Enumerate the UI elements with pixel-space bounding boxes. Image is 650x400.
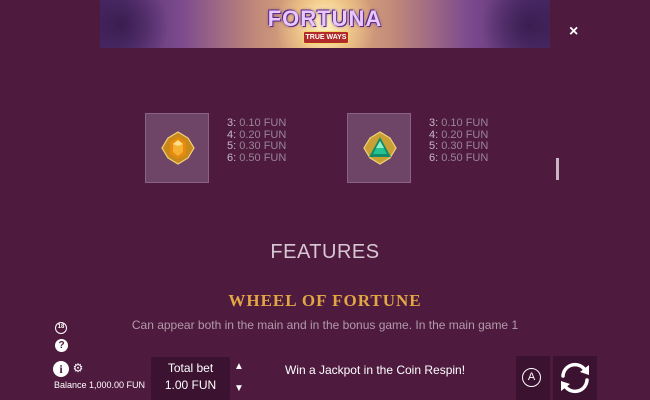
- gear-icon[interactable]: ⚙: [72, 362, 84, 374]
- pay-value: 0.20 FUN: [239, 128, 287, 141]
- autoplay-icon: A: [522, 368, 541, 387]
- total-bet-panel: Total bet 1.00 FUN: [151, 357, 230, 400]
- wheel-of-fortune-description: Can appear both in the main and in the b…: [131, 318, 519, 332]
- paytable-orange-gem: 3: 0.10 FUN 4: 0.20 FUN 5: 0.30 FUN 6: 0…: [227, 117, 287, 165]
- total-bet-label: Total bet: [167, 361, 214, 375]
- wheel-of-fortune-title: WHEEL OF FORTUNE: [228, 291, 422, 310]
- balance-display: Balance 1,000.00 FUN: [54, 380, 146, 390]
- pay-row: 6: 0.50 FUN: [429, 151, 489, 165]
- pay-value: 0.30 FUN: [441, 140, 489, 152]
- total-bet-value: 1.00 FUN: [164, 378, 217, 392]
- symbol-tile-green-gem: [347, 113, 411, 183]
- pay-count: 3:: [429, 117, 439, 129]
- spin-arrows-icon: [561, 362, 589, 394]
- green-gem-icon: [363, 131, 397, 165]
- age-restriction-icon[interactable]: 18: [55, 322, 67, 334]
- scrollbar-thumb[interactable]: [556, 158, 559, 180]
- pay-value: 0.30 FUN: [239, 140, 287, 152]
- pay-value: 0.20 FUN: [441, 128, 489, 141]
- bet-decrease-icon[interactable]: ▼: [231, 381, 247, 397]
- close-icon[interactable]: ×: [569, 24, 578, 40]
- autoplay-button[interactable]: A: [516, 356, 550, 400]
- pay-value: 0.10 FUN: [441, 117, 489, 129]
- help-icon[interactable]: ?: [55, 339, 68, 352]
- game-logo: FORTUNA: [267, 6, 383, 31]
- pay-count: 5:: [227, 140, 237, 152]
- pay-row: 6: 0.50 FUN: [227, 151, 287, 165]
- bet-increase-icon[interactable]: ▲: [231, 359, 247, 375]
- features-heading: FEATURES: [270, 241, 380, 263]
- pay-count: 4:: [429, 128, 439, 141]
- pay-value: 0.10 FUN: [239, 117, 287, 129]
- pay-count: 4:: [227, 128, 237, 141]
- pay-value: 0.50 FUN: [239, 151, 287, 164]
- game-banner: FORTUNA TRUE WAYS: [100, 0, 550, 48]
- orange-gem-icon: [161, 131, 195, 165]
- symbol-tile-orange-gem: [145, 113, 209, 183]
- true-ways-badge: TRUE WAYS: [303, 31, 349, 44]
- pay-value: 0.50 FUN: [441, 151, 489, 164]
- jackpot-message: Win a Jackpot in the Coin Respin!: [284, 363, 466, 377]
- pay-count: 5:: [429, 140, 439, 152]
- pay-count: 6:: [227, 151, 237, 164]
- pay-count: 6:: [429, 151, 439, 164]
- info-icon[interactable]: i: [53, 361, 69, 377]
- paytable-green-gem: 3: 0.10 FUN 4: 0.20 FUN 5: 0.30 FUN 6: 0…: [429, 117, 489, 165]
- pay-count: 3:: [227, 117, 237, 129]
- spin-button[interactable]: [553, 356, 597, 400]
